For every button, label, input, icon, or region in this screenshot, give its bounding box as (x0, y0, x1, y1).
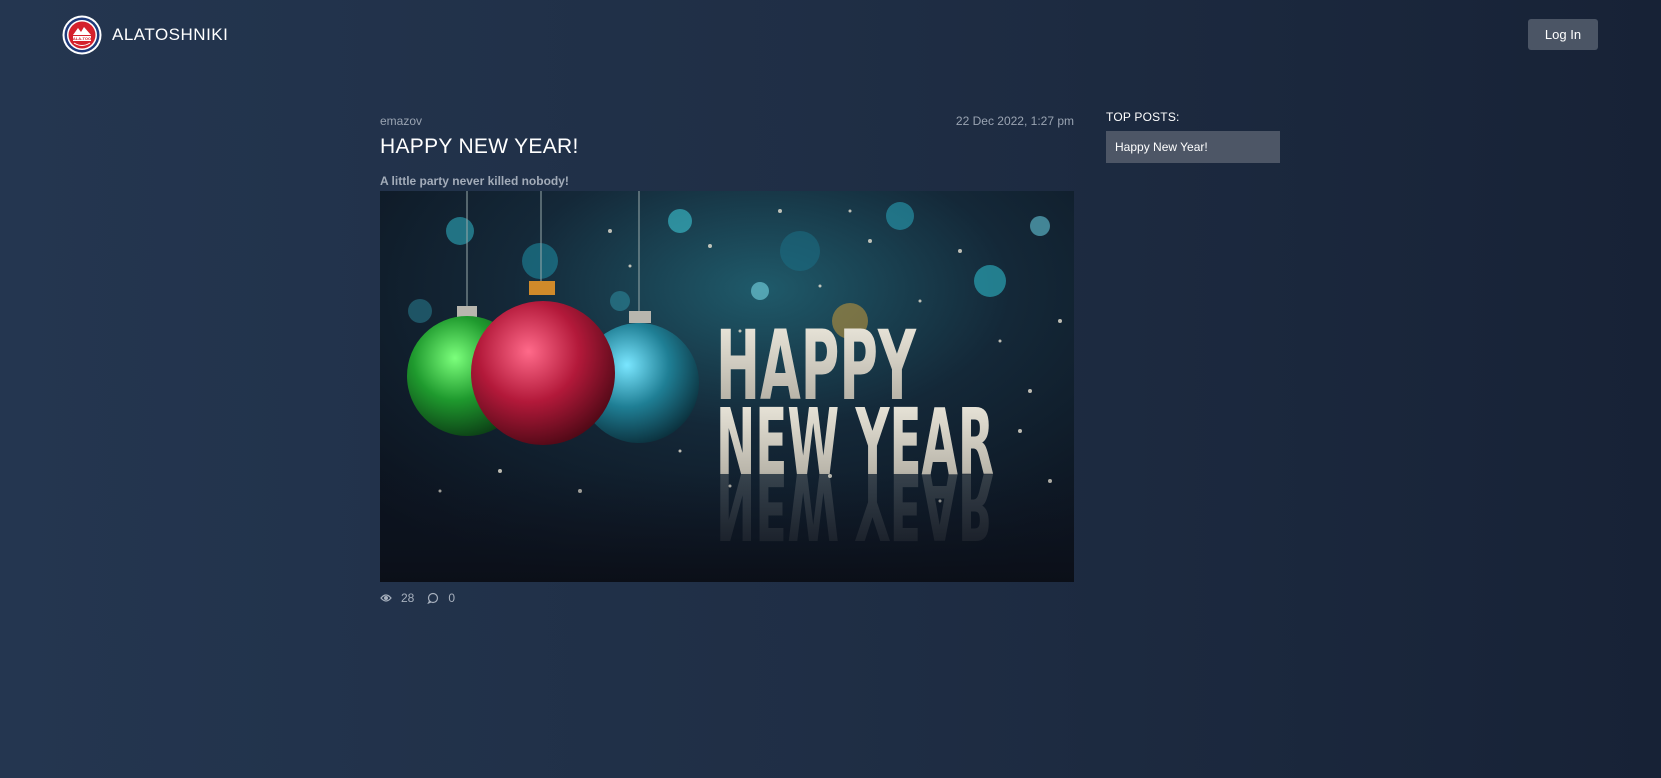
svg-text:ALA-TOO: ALA-TOO (73, 36, 91, 41)
site-header: ALA-TOO ALATOSHNIKI Log In (0, 0, 1661, 70)
post-stats: 28 0 (380, 591, 1074, 605)
eye-icon (380, 594, 392, 602)
brand-name: ALATOSHNIKI (112, 25, 229, 44)
post-image[interactable]: HAPPY NEW YEAR NEW YEAR (380, 191, 1074, 582)
post-author[interactable]: emazov (380, 114, 422, 130)
login-button[interactable]: Log In (1528, 19, 1598, 50)
post-excerpt: A little party never killed nobody! (380, 174, 569, 188)
post-article: emazov 22 Dec 2022, 1:27 pm HAPPY NEW YE… (380, 114, 1074, 605)
post-title[interactable]: HAPPY NEW YEAR! (380, 135, 1074, 159)
post-meta: emazov 22 Dec 2022, 1:27 pm (380, 114, 1074, 130)
comment-icon (427, 592, 439, 604)
top-posts-sidebar: TOP POSTS: Happy New Year! (1106, 110, 1280, 163)
views-count: 28 (401, 591, 415, 605)
top-post-item[interactable]: Happy New Year! (1106, 131, 1280, 163)
comments-count: 0 (448, 591, 456, 605)
university-logo: ALA-TOO (62, 15, 102, 55)
post-date: 22 Dec 2022, 1:27 pm (955, 114, 1074, 128)
brand-link[interactable]: ALA-TOO ALATOSHNIKI (62, 15, 228, 55)
top-posts-title: TOP POSTS: (1106, 110, 1180, 124)
